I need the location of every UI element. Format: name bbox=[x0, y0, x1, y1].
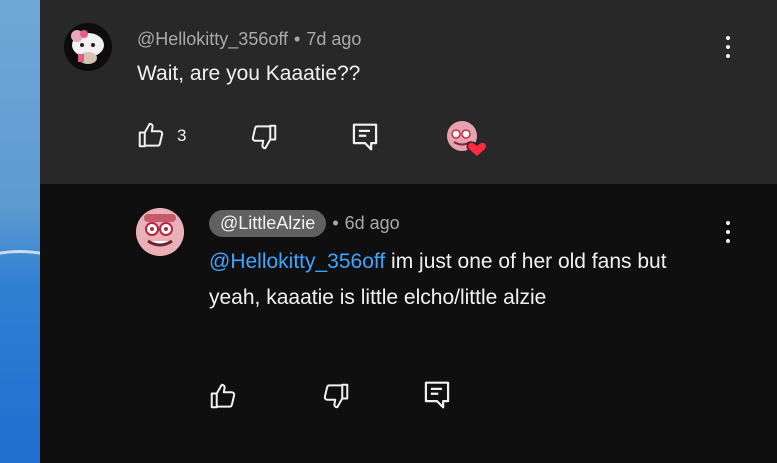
reply-thread: @LittleAlzie • 6d ago @Hellokitty_356off i… bbox=[40, 184, 777, 463]
comment-meta: @Hellokitty_356off • 7d ago bbox=[137, 29, 362, 49]
more-icon[interactable] bbox=[718, 218, 738, 248]
dislike-icon[interactable] bbox=[321, 381, 351, 411]
background-window-strip bbox=[0, 0, 40, 463]
more-icon[interactable] bbox=[718, 33, 738, 63]
reply-icon[interactable] bbox=[422, 379, 452, 411]
comment-thread: @Hellokitty_356off • 7d ago Wait, are you … bbox=[40, 0, 777, 184]
avatar[interactable] bbox=[136, 208, 184, 256]
timestamp[interactable]: 7d ago bbox=[306, 29, 361, 49]
like-icon[interactable] bbox=[136, 120, 166, 150]
like-count: 3 bbox=[177, 126, 187, 145]
avatar[interactable] bbox=[64, 23, 112, 71]
comment-text: Wait, are you Kaaatie?? bbox=[137, 62, 361, 85]
like-icon[interactable] bbox=[208, 381, 238, 411]
creator-chip[interactable]: @LittleAlzie bbox=[209, 210, 327, 237]
creator-heart-icon bbox=[446, 120, 490, 158]
reply-icon[interactable] bbox=[350, 121, 380, 153]
dislike-icon[interactable] bbox=[249, 122, 279, 152]
author-name[interactable]: @Hellokitty_356off bbox=[137, 29, 288, 49]
reply-meta: @LittleAlzie • 6d ago bbox=[209, 210, 400, 237]
timestamp[interactable]: 6d ago bbox=[345, 213, 400, 233]
mention-link[interactable]: @Hellokitty_356off bbox=[209, 250, 385, 273]
reply-text: @Hellokitty_356off im just one of her ol… bbox=[209, 244, 689, 316]
